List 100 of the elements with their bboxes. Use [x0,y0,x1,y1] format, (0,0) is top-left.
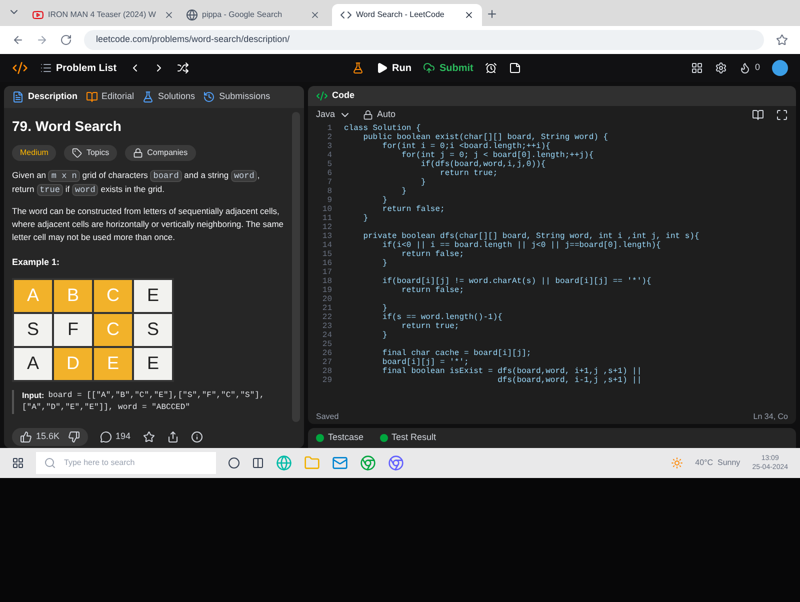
line-number: 17 [321,266,333,278]
code-line: } [381,258,388,270]
grid-cell: F [53,312,93,346]
grid-cell: E [133,346,173,380]
site-icon [340,9,352,21]
line-number: 19 [321,284,333,296]
search-icon [44,457,56,469]
cloud-upload-icon [423,62,436,74]
difficulty-badge: Medium [12,145,56,161]
tag-chip[interactable]: Topics [64,145,118,161]
line-number: 18 [321,276,333,286]
reload-icon[interactable] [60,34,72,46]
comment-count: 194 [116,430,131,444]
problem-list-link[interactable]: Problem List [56,60,117,76]
code-line: if(s == word.length()-1){ [381,312,502,322]
note-icon[interactable] [509,62,522,74]
panel-tab[interactable]: Submissions [203,90,270,104]
site-icon [186,9,198,21]
line-number: 2 [326,132,333,142]
debug-icon[interactable] [352,62,364,74]
input-value: board = [["A","B","C","E"],["S","F","C","S"], [48,390,264,402]
browser-tab[interactable]: Word Search - LeetCode [332,4,482,26]
avatar[interactable] [772,60,788,76]
site-icon [32,9,44,21]
forward-icon[interactable] [36,34,48,46]
code-line: return false; [381,204,445,216]
tag-icon [72,148,82,158]
line-number: 29 [321,374,333,386]
panel-tab[interactable]: Editorial [86,90,134,104]
tag-chip[interactable]: Companies [125,145,196,161]
bookmark-star-icon[interactable] [776,34,788,46]
expand-icon[interactable] [776,109,788,121]
line-number: 27 [321,356,333,368]
code-line: board[i][j] = '*'; [381,356,469,366]
panel-tab[interactable]: Solutions [142,90,196,104]
line-number: 10 [321,204,333,214]
grid-cell: B [53,278,93,312]
code-line: if(i<0 || i == board.length || j<0 || j==board[0].length){ [382,240,661,250]
input-label: Input: [22,390,44,402]
bottom-tab[interactable]: Testcase [316,431,364,445]
back-icon[interactable] [12,34,24,46]
code-line: dfs(board,word, i-1,j ,s+1) || [496,374,642,386]
code-line: class Solution { [344,124,421,132]
code-line: } [381,330,388,342]
line-number: 3 [326,140,333,152]
code-line: if(board[i][j] != word.charAt(s) || board[i][j] == '*'){ [381,276,652,286]
submit-button[interactable]: Submit [423,60,474,76]
sun-icon [671,457,684,469]
grid-cell: C [93,312,133,346]
bottom-tab[interactable]: Test Result [380,431,436,445]
alarm-clock-icon[interactable] [485,62,498,74]
tab-title: pippa - Google Search [202,9,282,21]
grid-cell: E [93,346,133,380]
grid-cell: S [133,312,173,346]
streak-count: 0 [754,61,760,74]
line-number: 25 [321,338,333,350]
grid-cell: C [93,278,133,312]
windows-start-icon[interactable] [12,457,24,469]
settings-icon[interactable] [714,62,727,74]
info-icon[interactable] [190,431,203,443]
shuffle-icon[interactable] [176,62,189,74]
code-line: } [381,302,388,312]
task-view-icon[interactable] [252,457,264,469]
chrome-icon[interactable] [360,455,376,471]
share-icon[interactable] [166,431,179,443]
code-line: return true; [439,168,498,180]
grid-cell: E [133,278,173,312]
code-line: } [362,212,368,224]
code-line: return false; [400,249,464,260]
language-dropdown[interactable]: Java [316,108,352,122]
run-button[interactable]: Run [376,60,412,76]
grid-cell: D [53,346,93,380]
book-icon[interactable] [752,109,764,121]
line-number: 22 [321,312,333,322]
grid-icon[interactable] [690,62,703,74]
code-line: return false; [402,284,464,296]
cortana-icon[interactable] [228,457,240,469]
line-number: 16 [321,258,333,268]
grid-cell: A [13,278,53,312]
code-line: public boolean exist(char[][] board, String word) { [362,132,608,142]
new-tab-icon[interactable] [486,8,498,20]
code-line: } [420,176,426,188]
comment-icon[interactable] [100,431,112,443]
code-line: final boolean isExist = dfs(board,word, i+1,j ,s+1) || [381,366,642,376]
lock-icon [133,148,144,158]
problem-title: 79. Word Search [12,117,122,136]
line-number: 21 [321,302,333,314]
mail-icon[interactable] [332,455,348,471]
star-icon[interactable] [142,431,155,443]
address-bar[interactable]: leetcode.com/problems/word-search/description/ [84,30,764,50]
lock-icon [363,110,374,120]
like-button[interactable]: 15.6K [12,428,88,446]
play-icon [376,62,388,74]
line-number: 6 [326,168,333,178]
panel-tab[interactable]: Description [12,90,78,104]
logo-icon[interactable] [12,60,28,76]
chrome-icon[interactable] [388,455,404,471]
close-icon[interactable] [464,10,474,20]
thumbs-down-icon [68,431,80,443]
line-number: 15 [321,248,333,260]
